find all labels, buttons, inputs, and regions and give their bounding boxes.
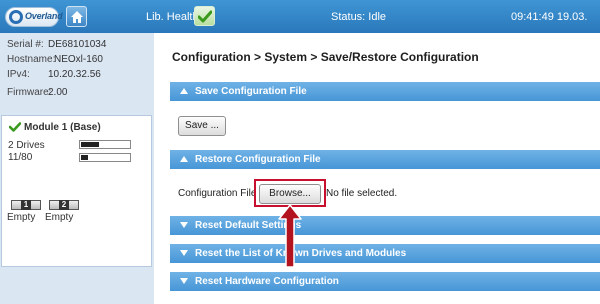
hostname-row: Hostname: NEOxl-160 <box>0 52 154 67</box>
no-file-selected-text: No file selected. <box>326 188 398 199</box>
drives-label: 2 Drives <box>8 140 45 151</box>
device-info: Serial #: DE68101034 Hostname: NEOxl-160… <box>0 37 154 100</box>
section-restore-configuration[interactable]: Restore Configuration File <box>170 150 600 169</box>
top-bar: Overland Lib. Health: Status: Idle 09:41… <box>0 0 600 33</box>
save-button[interactable]: Save ... <box>178 116 226 136</box>
section-reset-known-drives[interactable]: Reset the List of Known Drives and Modul… <box>170 244 600 263</box>
configuration-file-label: Configuration File <box>178 188 257 199</box>
module-title-text: Module 1 (Base) <box>24 122 101 133</box>
magazine-2-label: Empty <box>45 212 74 223</box>
magazine-2-icon[interactable]: 2 <box>49 200 79 210</box>
drives-meter <box>79 140 131 149</box>
slots-meter-fill <box>81 155 88 160</box>
expand-down-icon <box>180 278 188 284</box>
module-title: Module 1 (Base) <box>8 122 101 133</box>
serial-value: DE68101034 <box>48 39 107 50</box>
serial-label: Serial #: <box>7 39 44 50</box>
section-reset-hardware[interactable]: Reset Hardware Configuration <box>170 272 600 291</box>
home-button[interactable] <box>66 6 87 27</box>
logo-ring-icon <box>9 10 23 24</box>
firmware-value: 2.00 <box>48 87 68 98</box>
section-save-title: Save Configuration File <box>195 86 307 97</box>
clock-text: 09:41:49 19.03. <box>511 11 588 23</box>
status-text: Status: Idle <box>331 11 387 23</box>
section-restore-title: Restore Configuration File <box>195 154 321 165</box>
section-save-configuration[interactable]: Save Configuration File <box>170 82 600 101</box>
ipv4-value: 10.20.32.56 <box>48 69 101 80</box>
annotation-arrow-icon <box>278 204 302 268</box>
sidebar: Serial #: DE68101034 Hostname: NEOxl-160… <box>0 33 154 304</box>
slots-meter <box>79 153 131 162</box>
home-icon <box>71 11 83 23</box>
main-content: Configuration > System > Save/Restore Co… <box>154 33 600 304</box>
hostname-value: NEOxl-160 <box>54 54 103 65</box>
hostname-label: Hostname: <box>7 54 56 65</box>
magazine-2-number: 2 <box>59 200 69 210</box>
expand-down-icon <box>180 250 188 256</box>
logo-text: Overland <box>25 11 63 21</box>
checkmark-icon <box>198 10 212 23</box>
magazine-1-number: 1 <box>21 200 31 210</box>
browse-button[interactable]: Browse... <box>259 184 321 204</box>
collapse-up-icon <box>180 156 188 162</box>
firmware-label: Firmware: <box>7 87 52 98</box>
slots-label: 11/80 <box>8 152 33 163</box>
overland-logo[interactable]: Overland <box>5 7 63 27</box>
drives-meter-fill <box>81 142 99 147</box>
module-status-check-icon <box>8 122 22 132</box>
section-reset-defaults[interactable]: Reset Default Settings <box>170 216 600 235</box>
ipv4-row: IPv4: 10.20.32.56 <box>0 67 154 82</box>
magazine-1-label: Empty <box>7 212 36 223</box>
collapse-up-icon <box>180 88 188 94</box>
breadcrumb: Configuration > System > Save/Restore Co… <box>172 50 479 64</box>
module-panel[interactable]: Module 1 (Base) 2 Drives 11/80 1 2 Empty… <box>1 115 152 267</box>
expand-down-icon <box>180 222 188 228</box>
ipv4-label: IPv4: <box>7 69 30 80</box>
section-reset-hardware-title: Reset Hardware Configuration <box>195 276 339 287</box>
firmware-row: Firmware: 2.00 <box>0 82 154 100</box>
magazine-1-icon[interactable]: 1 <box>11 200 41 210</box>
health-status-button[interactable] <box>194 6 215 26</box>
serial-row: Serial #: DE68101034 <box>0 37 154 52</box>
